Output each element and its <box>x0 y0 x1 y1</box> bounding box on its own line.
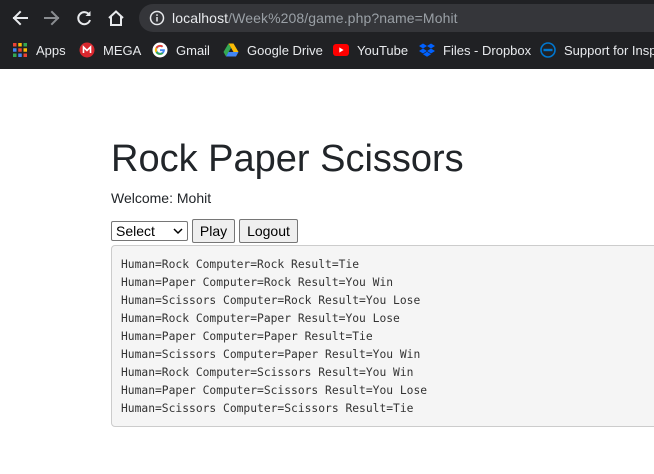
google-icon <box>152 42 168 58</box>
dell-icon <box>540 42 556 58</box>
result-line: Human=Rock Computer=Scissors Result=You … <box>121 366 414 379</box>
result-line: Human=Scissors Computer=Paper Result=You… <box>121 348 421 361</box>
bookmark-google-drive[interactable]: Google Drive <box>223 40 323 60</box>
move-select[interactable]: Select <box>111 221 188 241</box>
home-button[interactable] <box>104 6 128 30</box>
play-button[interactable]: Play <box>192 219 235 243</box>
results-log: Human=Rock Computer=Rock Result=Tie Huma… <box>111 245 654 427</box>
result-line: Human=Scissors Computer=Scissors Result=… <box>121 402 414 415</box>
bookmark-mega[interactable]: MEGA <box>79 40 141 60</box>
google-drive-icon <box>223 42 239 58</box>
home-icon <box>108 10 124 26</box>
url-text: localhost/Week%208/game.php?name=Mohit <box>172 9 458 27</box>
result-line: Human=Paper Computer=Rock Result=You Win <box>121 276 394 289</box>
bookmark-dropbox[interactable]: Files - Dropbox <box>419 40 531 60</box>
logout-button[interactable]: Logout <box>239 219 298 243</box>
url-path: /Week%208/game.php?name=Mohit <box>228 10 458 26</box>
bookmark-label: Support for Inspi <box>564 42 654 58</box>
result-line: Human=Paper Computer=Paper Result=Tie <box>121 330 373 343</box>
result-line: Human=Paper Computer=Scissors Result=You… <box>121 384 428 397</box>
mega-icon <box>79 42 95 58</box>
address-bar[interactable]: localhost/Week%208/game.php?name=Mohit <box>139 4 654 32</box>
browser-chrome: localhost/Week%208/game.php?name=Mohit A… <box>0 0 654 69</box>
move-select-value: Select <box>116 223 155 239</box>
apps-grid-icon <box>12 42 28 58</box>
info-icon[interactable] <box>149 10 165 26</box>
bookmark-apps[interactable]: Apps <box>12 40 66 60</box>
bookmark-youtube[interactable]: YouTube <box>333 40 408 60</box>
bookmark-label: YouTube <box>357 42 409 58</box>
arrow-left-icon <box>12 10 28 26</box>
arrow-right-icon <box>44 10 60 26</box>
url-host: localhost <box>172 10 229 26</box>
bookmark-label: MEGA <box>103 42 142 58</box>
bookmark-label: Files - Dropbox <box>443 42 532 58</box>
forward-button[interactable] <box>40 6 64 30</box>
reload-button[interactable] <box>72 6 96 30</box>
dropbox-icon <box>419 42 435 58</box>
result-line: Human=Rock Computer=Rock Result=Tie <box>121 258 360 271</box>
bookmark-label: Google Drive <box>247 42 323 58</box>
back-button[interactable] <box>8 6 32 30</box>
bookmarks-bar: Apps MEGA Gmail Google Drive YouTube Fil… <box>0 37 654 63</box>
reload-icon <box>77 11 91 26</box>
result-line: Human=Scissors Computer=Rock Result=You … <box>121 294 421 307</box>
welcome-text: Welcome: Mohit <box>111 190 212 206</box>
result-line: Human=Rock Computer=Paper Result=You Los… <box>121 312 400 325</box>
bookmark-label: Apps <box>36 42 66 58</box>
bookmark-gmail[interactable]: Gmail <box>152 40 210 60</box>
bookmark-dell-support[interactable]: Support for Inspi <box>540 40 654 60</box>
page-title: Rock Paper Scissors <box>111 138 464 180</box>
chevron-down-icon <box>173 228 183 235</box>
bookmark-label: Gmail <box>176 42 210 58</box>
youtube-icon <box>333 42 349 58</box>
